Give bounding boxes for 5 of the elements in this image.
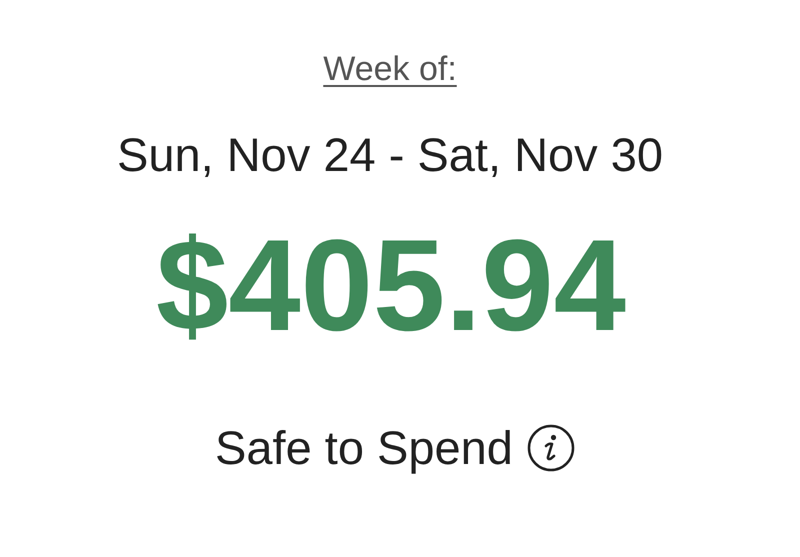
amount-label: Safe to Spend (215, 420, 513, 475)
date-range: Sun, Nov 24 - Sat, Nov 30 (116, 127, 663, 182)
safe-amount: $405.94 (156, 220, 626, 350)
week-label[interactable]: Week of: (323, 50, 457, 89)
info-icon[interactable] (526, 424, 575, 472)
